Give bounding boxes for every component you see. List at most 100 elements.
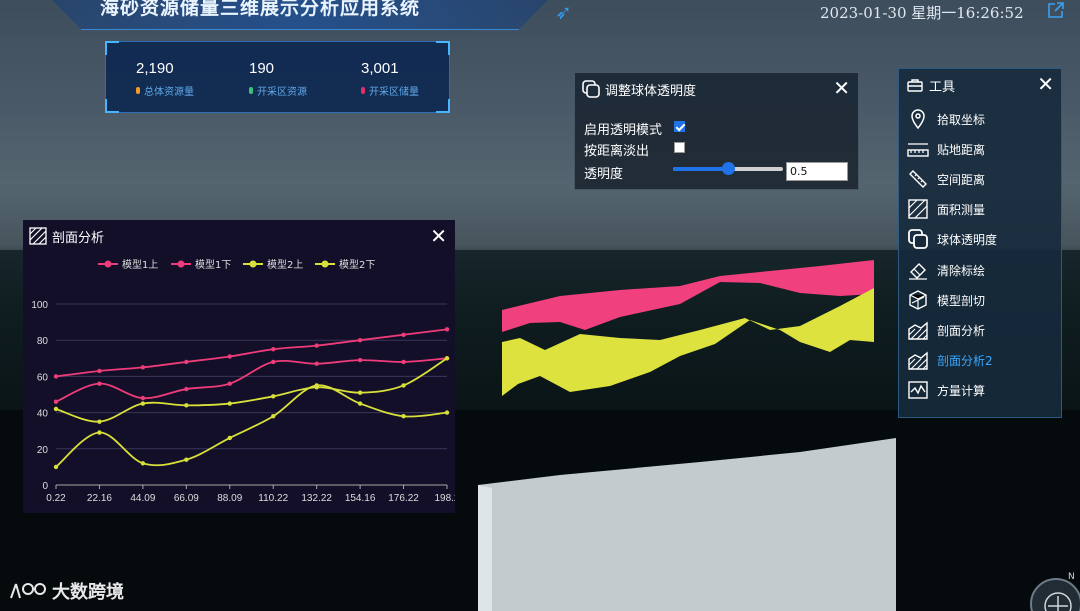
data-point [271,414,276,419]
opacity-label: 透明度 [584,167,624,182]
data-point [271,394,276,399]
data-point [97,368,102,374]
fade-label: 按距离淡出 [584,144,650,159]
stat-total-resource: 2,190 总体资源量 [136,60,194,98]
fade-by-distance-checkbox[interactable] [674,142,685,153]
y-tick-label: 100 [31,300,48,311]
chart-title: 剖面分析 [52,230,105,246]
y-tick-label: 40 [37,409,49,420]
data-point [140,401,146,406]
x-tick-label: 0.22 [46,493,66,504]
tool-item[interactable]: 剖面分析2 [907,347,993,373]
x-tick-label: 132.22 [301,493,332,504]
data-point [227,401,232,406]
data-point [140,395,146,401]
data-point [184,457,189,462]
stat-value: 190 [249,60,275,77]
legend-marker [321,260,329,268]
data-point [53,399,59,404]
x-tick-label: 110.22 [258,493,288,504]
slider-knob[interactable] [722,162,735,175]
volume-chart-icon [908,381,928,399]
tool-label: 剖面分析2 [937,353,993,368]
tool-item[interactable]: 贴地距离 [907,136,985,162]
data-point [140,365,146,370]
y-tick-label: 20 [37,445,49,456]
opacity-slider[interactable] [673,162,783,175]
cube-cut-icon [909,290,927,310]
corner-decoration [105,99,119,113]
tool-item[interactable]: 模型剖切 [907,287,985,313]
opacity-input[interactable]: 0.5 [786,162,848,181]
stat-label: 总体资源量 [144,87,194,98]
chart-header: 剖面分析 ✕ [23,220,455,252]
data-point [184,359,189,365]
header-decoration-icon: ➶ [555,0,572,24]
slider-fill [673,167,728,171]
tools-header: 工具 ✕ [899,69,1061,101]
tool-label: 拾取坐标 [937,112,986,127]
data-point [97,381,102,386]
brand-logo: 大数跨境 [8,578,124,604]
tool-item[interactable]: 清除标绘 [907,257,985,283]
brand-name: 大数跨境 [52,582,124,603]
data-point [271,347,276,352]
x-tick-label: 44.09 [130,493,155,504]
enable-label: 启用透明模式 [584,123,663,138]
tool-item[interactable]: 拾取坐标 [907,106,985,132]
compass-icon [1044,592,1072,611]
close-icon[interactable]: ✕ [1037,72,1054,96]
stat-mining-resource: 190 开采区资源 [249,60,307,98]
legend-label: 模型2下 [339,258,375,271]
tool-label: 贴地距离 [937,142,986,157]
y-tick-label: 0 [42,481,48,492]
legend-marker [249,260,257,268]
data-point [314,343,319,348]
legend-marker [177,260,185,268]
data-point [444,327,450,332]
compass-widget[interactable]: N [1030,572,1080,611]
x-tick-label: 66.09 [174,493,199,504]
series-line [55,357,448,403]
stat-label: 开采区资源 [257,87,307,98]
tool-label: 面积测量 [937,202,986,217]
export-icon[interactable] [1046,0,1066,20]
tool-label: 方量计算 [937,383,986,398]
data-point [140,461,146,466]
series-line [55,328,448,378]
data-point [184,403,189,408]
data-point [357,401,363,406]
enable-transparency-checkbox[interactable] [674,121,685,132]
datetime: 2023-01-30 星期一16:26:52 [820,4,1024,22]
data-point [401,332,406,337]
tool-label: 剖面分析 [937,323,986,338]
tool-label: 球体透明度 [937,232,998,247]
close-icon[interactable]: ✕ [833,76,850,100]
data-point [401,383,406,388]
data-point [314,361,319,366]
profile-analysis-panel: 剖面分析 ✕ 0 20 40 60 80 100 0.22 22.16 44.09 66.09 88… [23,220,455,513]
data-point [271,359,276,365]
x-tick-label: 154.16 [345,493,376,504]
tool-item[interactable]: 面积测量 [907,196,985,222]
tools-title: 工具 [929,79,956,95]
profile-icon [29,227,47,245]
tool-item[interactable]: 空间距离 [907,166,985,192]
data-point [357,357,363,363]
data-point [314,383,319,388]
legend-label: 模型2上 [267,258,303,271]
tool-label: 模型剖切 [937,293,986,308]
tool-item[interactable]: 方量计算 [907,377,985,403]
x-tick-label: 88.09 [217,493,242,504]
tools-panel: 工具 ✕ 拾取坐标贴地距离空间距离面积测量球体透明度清除标绘模型剖切剖面分析剖面… [898,68,1062,418]
diagonal-ruler-icon [909,170,927,188]
tool-item[interactable]: 剖面分析 [907,317,985,343]
brand-logo-icon [10,583,46,599]
x-tick-label: 198.2 [434,493,455,504]
x-tick-label: 176.22 [388,493,419,504]
close-icon[interactable]: ✕ [430,224,447,248]
data-point [357,338,363,343]
tool-item[interactable]: 球体透明度 [907,226,997,252]
series-line [55,384,448,468]
legend-dot [249,87,253,94]
